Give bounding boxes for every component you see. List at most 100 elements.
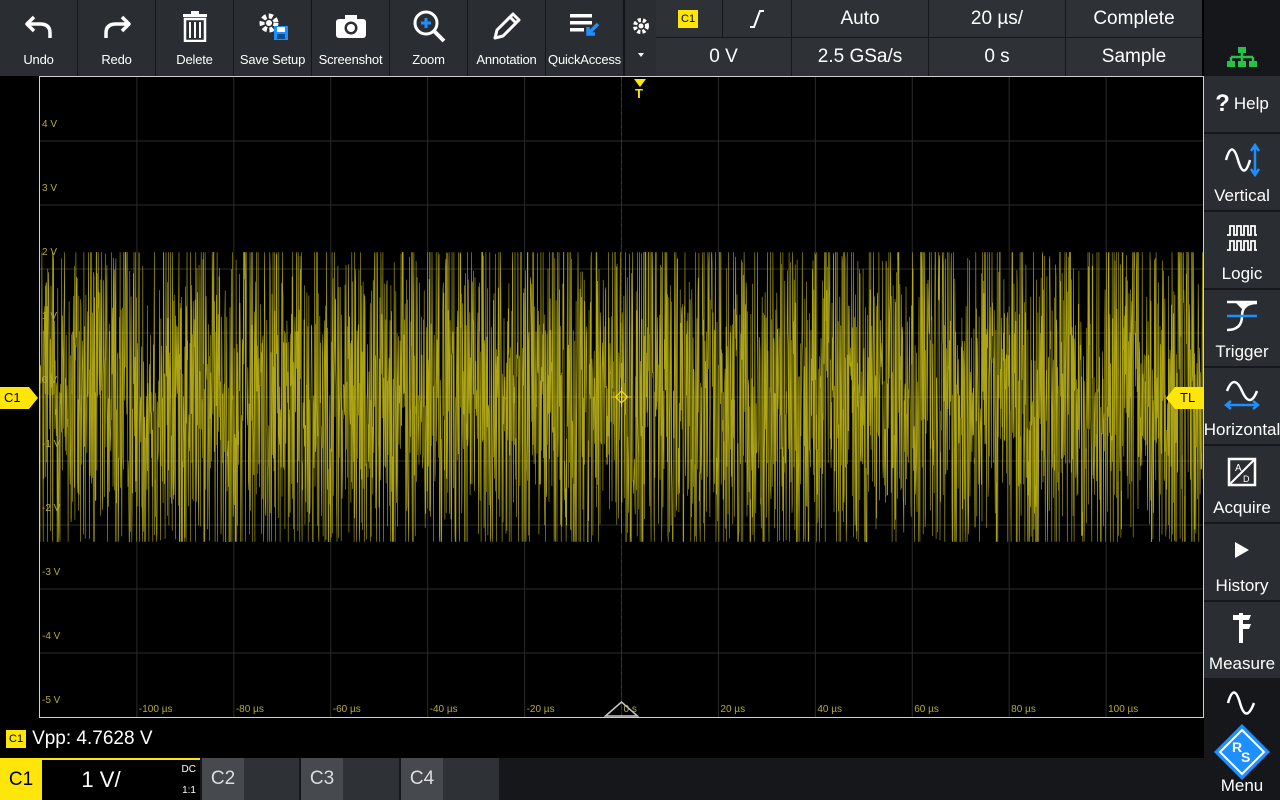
horizontal-button[interactable]: Horizontal (1204, 368, 1280, 444)
channel-c3-tab[interactable]: C3 (301, 758, 399, 800)
channel-offset-label: C1 (4, 390, 21, 405)
x-tick-label: -40 µs (430, 704, 458, 715)
y-tick-label: 3 V (42, 183, 57, 194)
vertical-icon (1224, 143, 1260, 177)
trigger-level-marker[interactable]: TL (1166, 387, 1204, 409)
x-tick-label: 80 µs (1011, 704, 1036, 715)
channel-c1-coupling: DC (181, 764, 196, 775)
channel-offset-marker[interactable]: C1 (0, 387, 38, 409)
acquire-button[interactable]: AD Acquire (1204, 446, 1280, 522)
trigger-position-label: T (635, 86, 643, 101)
trigger-label: Trigger (1215, 342, 1269, 361)
save-setup-label: Save Setup (239, 52, 306, 67)
vertical-label: Vertical (1214, 186, 1270, 205)
time-scale-cell[interactable]: 20 µs/ (929, 0, 1065, 37)
x-tick-label: -80 µs (236, 704, 264, 715)
rising-edge-icon (750, 9, 764, 28)
acquire-icon: AD (1227, 457, 1257, 487)
screenshot-button[interactable]: Screenshot (312, 0, 390, 76)
screenshot-label: Screenshot (318, 52, 383, 67)
measurement-value: Vpp: 4.7628 V (32, 728, 153, 749)
measurement-channel-badge: C1 (6, 730, 27, 748)
channel-c1-label: C1 (0, 760, 42, 800)
trigger-icon (1226, 300, 1258, 332)
svg-text:D: D (1243, 474, 1250, 484)
y-tick-label: -1 V (42, 439, 61, 450)
trigger-mode-cell[interactable]: Auto (792, 0, 928, 37)
pen-icon (493, 12, 520, 40)
zoom-button[interactable]: Zoom (390, 0, 468, 76)
caliper-icon (1233, 613, 1251, 643)
x-tick-label: 100 µs (1108, 704, 1138, 715)
redo-icon (103, 15, 131, 38)
horizontal-icon (1224, 380, 1260, 410)
channel-c4-label: C4 (401, 758, 443, 800)
channel-bar: C1 1 V/ DC 1:1 C2 C3 C4 (0, 758, 1204, 800)
acquire-label: Acquire (1213, 498, 1271, 517)
annotation-label: Annotation (476, 52, 537, 67)
y-tick-label: -4 V (42, 631, 61, 642)
history-button[interactable]: History (1204, 524, 1280, 600)
trigger-slope-cell[interactable] (723, 0, 791, 37)
chevron-down-icon (637, 53, 644, 57)
y-tick-label: -5 V (42, 695, 61, 706)
delete-label: Delete (176, 52, 213, 67)
rs-logo-icon: RS (1214, 724, 1270, 780)
channel-c2-label: C2 (202, 758, 244, 800)
undo-icon (24, 15, 52, 38)
x-tick-label: -20 µs (527, 704, 555, 715)
measurement-result[interactable]: C1 Vpp: 4.7628 V (0, 720, 1204, 758)
quickaccess-button[interactable]: QuickAccess (546, 0, 624, 76)
x-tick-label: 20 µs (720, 704, 745, 715)
help-button[interactable]: ? Help (1204, 76, 1280, 132)
measure-label: Measure (1208, 654, 1276, 673)
trigger-source-badge: C1 (678, 9, 699, 28)
y-tick-label: 2 V (42, 247, 57, 258)
svg-text:A: A (1235, 463, 1242, 474)
sample-rate-cell[interactable]: 2.5 GSa/s (792, 38, 928, 76)
help-icon: ? (1215, 90, 1230, 117)
redo-button[interactable]: Redo (78, 0, 156, 76)
x-tick-label: -60 µs (333, 704, 361, 715)
logic-button[interactable]: Logic (1204, 212, 1280, 288)
y-tick-label: 4 V (42, 119, 57, 130)
trigger-level-cell[interactable]: 0 V (656, 38, 791, 76)
oscilloscope-screen: Undo Redo Delete Save Setup Screenshot Z… (0, 0, 1280, 800)
annotation-button[interactable]: Annotation (468, 0, 546, 76)
channel-c2-tab[interactable]: C2 (202, 758, 299, 800)
trigger-position-marker[interactable]: T (631, 76, 649, 106)
trigger-source-cell[interactable]: C1 (656, 0, 722, 37)
help-label: Help (1233, 94, 1269, 113)
gear-icon (632, 18, 649, 34)
side-menu: ? Help Vertical Logic Trigger Horizontal… (1204, 76, 1280, 800)
acquisition-mode-cell[interactable]: Sample (1066, 38, 1202, 76)
measure-button[interactable]: Measure (1204, 602, 1280, 678)
horizontal-position-cell[interactable]: 0 s (929, 38, 1065, 76)
save-setup-button[interactable]: Save Setup (234, 0, 312, 76)
zoom-icon (413, 10, 445, 43)
menu-button[interactable]: RS Menu (1204, 680, 1280, 800)
quickaccess-icon (569, 14, 599, 36)
undo-button[interactable]: Undo (0, 0, 78, 76)
channel-c4-tab[interactable]: C4 (401, 758, 499, 800)
channel-c1-scale: 1 V/ (81, 767, 121, 792)
toolbar: Undo Redo Delete Save Setup Screenshot Z… (0, 0, 624, 76)
logic-icon (1227, 225, 1257, 251)
x-tick-label: 60 µs (914, 704, 939, 715)
horizontal-label: Horizontal (1203, 420, 1280, 439)
waveform-display[interactable]: 4 V 3 V 2 V 1 V 0 V -1 V -2 V -3 V -4 V -5 V -100 … (39, 76, 1204, 718)
y-tick-label: 0 V (42, 375, 57, 386)
toolbar-settings-button[interactable] (624, 0, 656, 76)
trigger-level-marker-label: TL (1180, 390, 1196, 405)
channel-c1-probe: 1:1 (182, 785, 196, 796)
camera-icon (335, 15, 366, 38)
x-tick-label: -100 µs (139, 704, 173, 715)
undo-label: Undo (23, 52, 54, 67)
acquisition-state-cell[interactable]: Complete (1066, 0, 1202, 37)
network-status[interactable] (1204, 0, 1280, 76)
channel-c1-tab[interactable]: C1 1 V/ DC 1:1 (0, 758, 200, 800)
delete-button[interactable]: Delete (156, 0, 234, 76)
logic-label: Logic (1221, 264, 1263, 283)
vertical-button[interactable]: Vertical (1204, 134, 1280, 210)
trigger-button[interactable]: Trigger (1204, 290, 1280, 366)
